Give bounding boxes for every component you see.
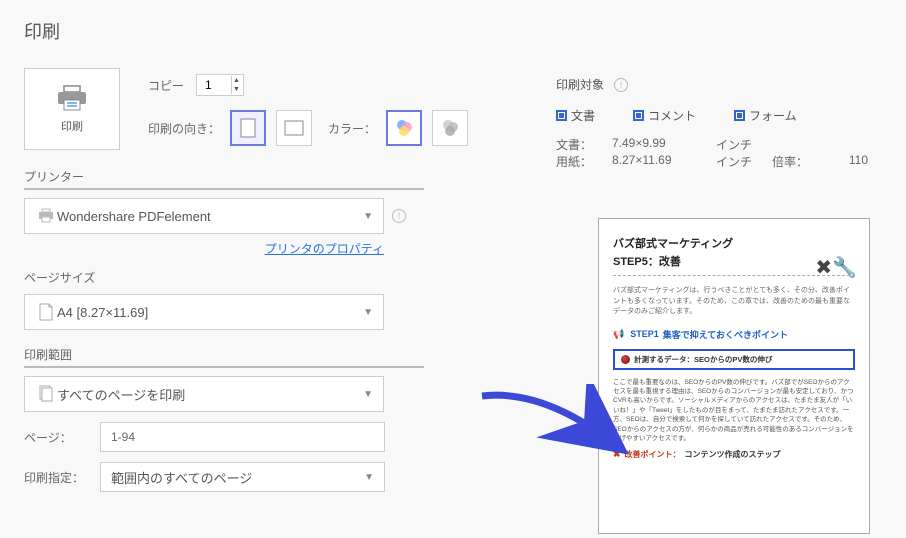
spec-label: 印刷指定： <box>24 469 88 486</box>
range-dropdown[interactable]: すべてのページを印刷 ▼ <box>24 376 384 412</box>
preview-intro: バズ部式マーケティングは、行うべきことがとても多く、その分、改善ポイントも多くな… <box>613 286 855 318</box>
color-label: カラー： <box>328 120 376 137</box>
pagesize-dropdown[interactable]: A4 [8.27×11.69] ▼ <box>24 294 384 330</box>
tools-icon: ✖🔧 <box>815 255 857 280</box>
preview-boxed-text: 計測するデータ：SEOからのPV数の伸び <box>634 354 772 365</box>
bw-icon <box>440 118 460 138</box>
spin-down-icon[interactable]: ▼ <box>231 85 241 94</box>
check-document-label: 文書 <box>571 107 595 124</box>
pages-icon <box>35 385 57 403</box>
check-icon <box>633 110 644 121</box>
printer-icon <box>55 84 89 112</box>
printer-value: Wondershare PDFelement <box>57 209 363 224</box>
landscape-icon <box>284 120 304 136</box>
pagesize-value: A4 [8.27×11.69] <box>57 305 363 320</box>
preview-step1-text: 集客で抑えておくべきポイント <box>663 328 788 341</box>
preview-paragraph: ここで最も重要なのは、SEOからのPV数の伸びです。バズ部でがSEOからのアクセ… <box>613 378 855 444</box>
copy-label: コピー <box>148 77 184 94</box>
orientation-landscape-button[interactable] <box>276 110 312 146</box>
printer-dropdown[interactable]: Wondershare PDFelement ▼ <box>24 198 384 234</box>
page-icon <box>35 303 57 321</box>
pages-label: ページ： <box>24 429 88 446</box>
info-icon[interactable]: ! <box>614 78 628 92</box>
check-document[interactable]: 文書 <box>556 107 595 124</box>
preview-pane: ✖🔧 バズ部式マーケティング STEP5：改善 バズ部式マーケティングは、行うべ… <box>598 218 870 534</box>
info-icon[interactable]: ! <box>392 209 406 223</box>
check-icon <box>734 110 745 121</box>
color-color-button[interactable] <box>386 110 422 146</box>
portrait-icon <box>240 118 256 138</box>
target-label: 印刷対象 <box>556 76 604 93</box>
spin-up-icon[interactable]: ▲ <box>231 76 241 85</box>
check-comment-label: コメント <box>648 107 696 124</box>
preview-step2-pre: 改善ポイント： <box>625 449 681 460</box>
check-form-label: フォーム <box>749 107 797 124</box>
check-form[interactable]: フォーム <box>734 107 797 124</box>
check-comment[interactable]: コメント <box>633 107 696 124</box>
pages-input[interactable] <box>100 422 385 452</box>
printer-small-icon <box>35 208 57 224</box>
check-icon <box>556 110 567 121</box>
preview-h1: バズ部式マーケティング <box>613 235 855 251</box>
orientation-label: 印刷の向き： <box>148 120 220 137</box>
copy-spinner[interactable]: 1 ▲ ▼ <box>196 74 244 96</box>
orientation-portrait-button[interactable] <box>230 110 266 146</box>
chevron-down-icon: ▼ <box>363 211 373 222</box>
preview-step2-text: コンテンツ作成のステップ <box>685 449 781 460</box>
spec-value: 範囲内のすべてのページ <box>111 468 364 487</box>
dot-icon <box>621 355 630 364</box>
chevron-down-icon: ▼ <box>364 472 374 483</box>
pagesize-label: ページサイズ <box>24 269 424 286</box>
dimensions: 文書： 7.49×9.99 インチ 用紙： 8.27×11.69 インチ 倍率：… <box>556 136 896 170</box>
spec-dropdown[interactable]: 範囲内のすべてのページ ▼ <box>100 462 385 492</box>
color-icon <box>394 118 414 138</box>
copy-value: 1 <box>205 78 212 92</box>
printer-section-label: プリンター <box>24 168 424 190</box>
preview-highlight-box: 計測するデータ：SEOからのPV数の伸び <box>613 349 855 370</box>
print-tile[interactable]: 印刷 <box>24 68 120 150</box>
color-bw-button[interactable] <box>432 110 468 146</box>
printer-properties-link[interactable]: プリンタのプロパティ <box>265 242 384 256</box>
range-label: 印刷範囲 <box>24 346 424 368</box>
print-tile-label: 印刷 <box>61 118 83 134</box>
x-icon: ✖ <box>613 449 621 460</box>
chevron-down-icon: ▼ <box>363 389 373 400</box>
range-value: すべてのページを印刷 <box>57 385 363 404</box>
chevron-down-icon: ▼ <box>363 307 373 318</box>
page-title: 印刷 <box>24 18 882 44</box>
megaphone-icon: 📢 <box>613 329 624 340</box>
preview-step1-label: STEP1 <box>630 329 659 339</box>
